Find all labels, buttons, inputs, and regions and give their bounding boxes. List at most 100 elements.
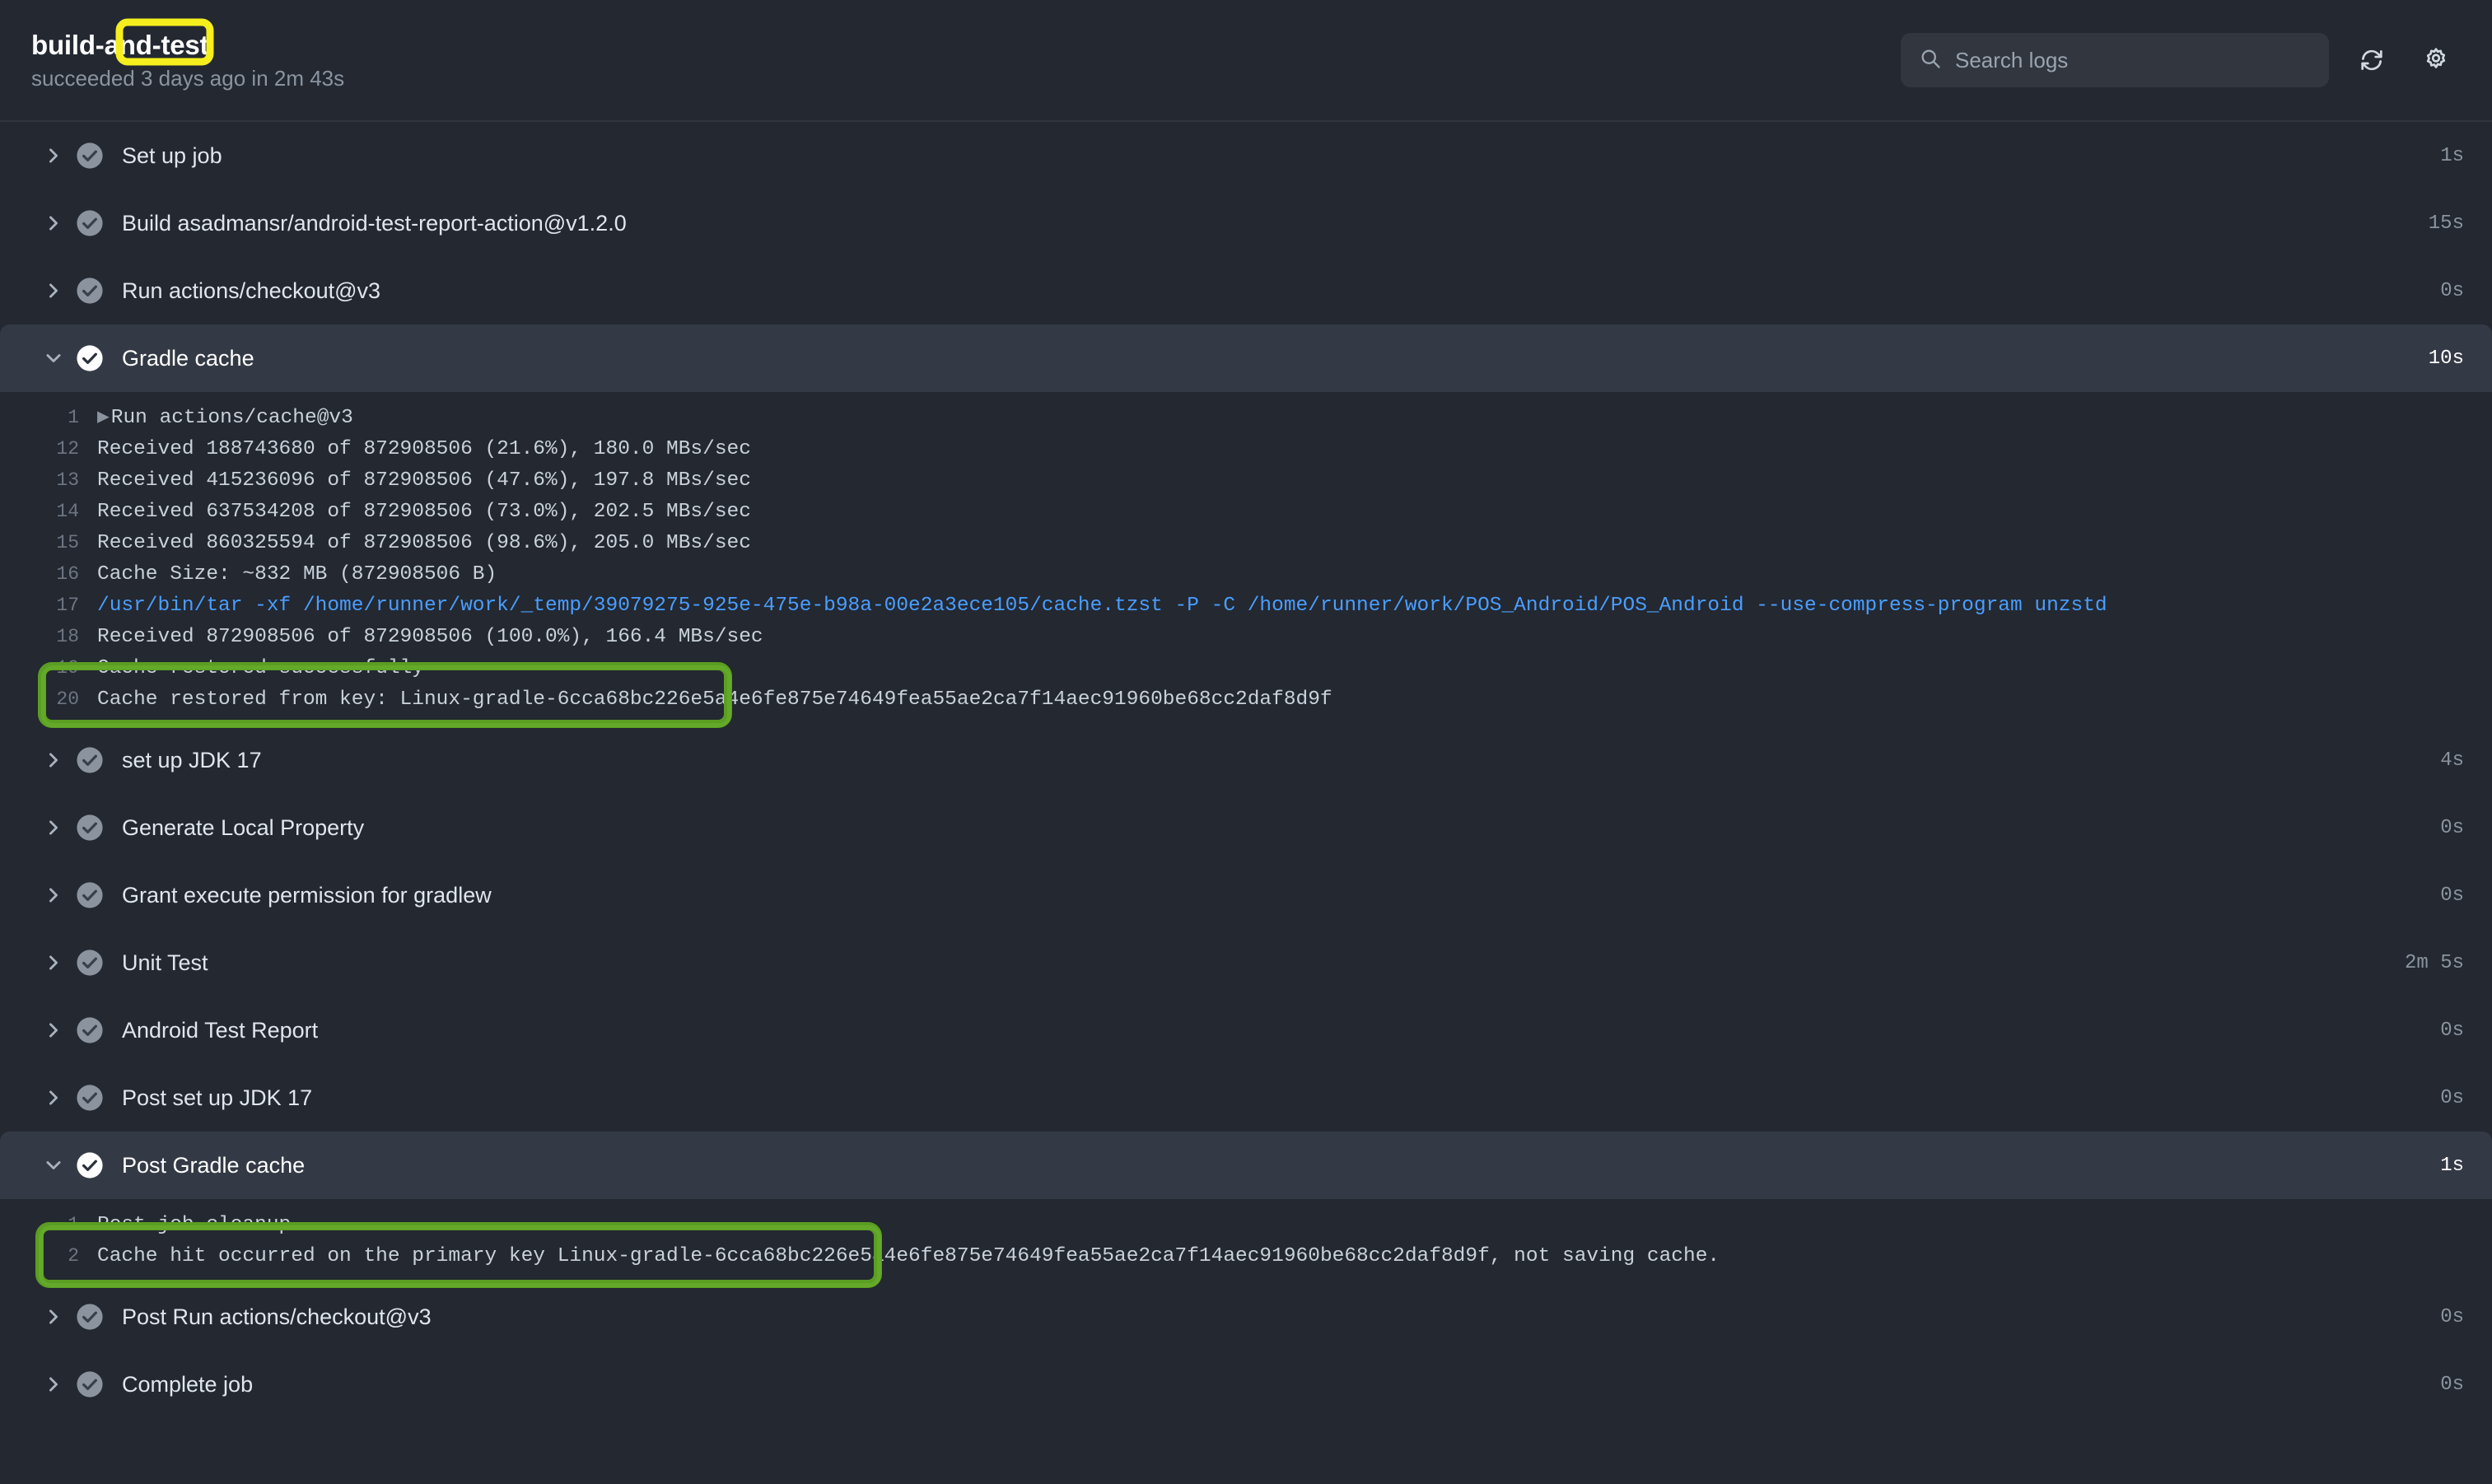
check-circle-icon: [76, 344, 104, 372]
step-duration: 0s: [2440, 884, 2464, 907]
search-logs-box[interactable]: [1901, 33, 2329, 87]
step-duration: 0s: [2440, 1373, 2464, 1396]
log-line-text: Received 860325594 of 872908506 (98.6%),…: [97, 532, 751, 554]
gear-icon[interactable]: [2415, 39, 2457, 82]
log-line-text[interactable]: /usr/bin/tar -xf /home/runner/work/_temp…: [97, 590, 2107, 622]
step-duration: 2m 5s: [2404, 951, 2464, 974]
step-row[interactable]: Post Gradle cache 1s: [0, 1132, 2492, 1199]
chevron-right-icon[interactable]: [28, 1306, 64, 1328]
chevron-right-icon[interactable]: [28, 952, 64, 973]
step-row[interactable]: Build asadmansr/android-test-report-acti…: [0, 189, 2492, 257]
log-line-text: Received 872908506 of 872908506 (100.0%)…: [97, 626, 763, 648]
step-row[interactable]: Post Run actions/checkout@v3 0s: [0, 1283, 2492, 1351]
search-input[interactable]: [1955, 47, 2311, 73]
log-line: 1 ▶Run actions/cache@v3: [0, 402, 2492, 433]
check-circle-icon: [76, 1151, 104, 1179]
expand-triangle-icon[interactable]: ▶: [97, 403, 110, 434]
step-duration: 1s: [2440, 144, 2464, 167]
step-duration: 0s: [2440, 279, 2464, 302]
chevron-right-icon[interactable]: [28, 884, 64, 906]
check-circle-icon: [76, 209, 104, 237]
steps-list: Set up job 1s Build asadmansr/android-test…: [0, 122, 2492, 1418]
step-label: Post Run actions/checkout@v3: [122, 1304, 432, 1329]
page-title: build-and-test: [31, 29, 209, 60]
step-row[interactable]: Post set up JDK 17 0s: [0, 1064, 2492, 1132]
step-row[interactable]: Gradle cache 10s: [0, 324, 2492, 392]
log-line-number: 1: [68, 1214, 79, 1235]
check-circle-icon: [76, 1303, 104, 1331]
log-line-text: Cache Size: ~832 MB (872908506 B): [97, 563, 497, 586]
search-icon: [1919, 47, 1942, 74]
log-line-number: 12: [56, 438, 79, 460]
step-duration: 4s: [2440, 749, 2464, 772]
step-row[interactable]: Generate Local Property 0s: [0, 794, 2492, 861]
check-circle-icon: [76, 881, 104, 909]
log-line-text: Cache restored from key: Linux-gradle-6c…: [97, 688, 1332, 711]
log-line-number: 14: [56, 501, 79, 522]
step-label: set up JDK 17: [122, 747, 262, 772]
step-label: Set up job: [122, 142, 222, 168]
job-header-text: build-and-test succeeded 3 days ago in 2…: [28, 30, 344, 91]
log-line: 2 Cache hit occurred on the primary key L…: [0, 1240, 2492, 1272]
chevron-right-icon[interactable]: [28, 1374, 64, 1395]
check-circle-icon: [76, 1084, 104, 1112]
step-row[interactable]: Set up job 1s: [0, 122, 2492, 189]
log-line: 17/usr/bin/tar -xf /home/runner/work/_te…: [0, 590, 2492, 621]
step-label: Gradle cache: [122, 345, 254, 371]
log-line: 1 Post job cleanup.: [0, 1209, 2492, 1240]
log-line-text: Received 415236096 of 872908506 (47.6%),…: [97, 469, 751, 492]
log-line-number: 18: [56, 626, 79, 647]
step-label: Build asadmansr/android-test-report-acti…: [122, 210, 627, 236]
chevron-right-icon[interactable]: [28, 145, 64, 166]
chevron-right-icon[interactable]: [28, 1020, 64, 1041]
log-line-number: 2: [68, 1245, 79, 1267]
chevron-right-icon[interactable]: [28, 1087, 64, 1108]
step-duration: 0s: [2440, 1019, 2464, 1042]
log-line: 12 Received 188743680 of 872908506 (21.6%…: [0, 433, 2492, 464]
step-label: Run actions/checkout@v3: [122, 278, 381, 303]
chevron-right-icon[interactable]: [28, 749, 64, 771]
chevron-down-icon[interactable]: [28, 348, 64, 369]
log-line: 15 Received 860325594 of 872908506 (98.6%…: [0, 527, 2492, 558]
chevron-right-icon[interactable]: [28, 212, 64, 234]
log-line-text: Received 188743680 of 872908506 (21.6%),…: [97, 438, 751, 460]
check-circle-icon: [76, 746, 104, 774]
log-line-text: Cache hit occurred on the primary key Li…: [97, 1245, 1720, 1267]
chevron-down-icon[interactable]: [28, 1155, 64, 1176]
job-header: build-and-test succeeded 3 days ago in 2…: [0, 0, 2492, 122]
step-row[interactable]: set up JDK 17 4s: [0, 726, 2492, 794]
step-label: Unit Test: [122, 950, 208, 975]
log-line: 19 Cache restored successfully: [0, 652, 2492, 684]
log-line: 13 Received 415236096 of 872908506 (47.6%…: [0, 464, 2492, 496]
check-circle-icon: [76, 814, 104, 842]
log-line-text: Post job cleanup.: [97, 1214, 303, 1236]
log-line: 20 Cache restored from key: Linux-gradle-…: [0, 684, 2492, 715]
step-label: Post Gradle cache: [122, 1152, 306, 1178]
check-circle-icon: [76, 949, 104, 977]
step-label: Complete job: [122, 1371, 254, 1397]
step-row[interactable]: Run actions/checkout@v3 0s: [0, 257, 2492, 324]
log-line: 16 Cache Size: ~832 MB (872908506 B): [0, 558, 2492, 590]
step-row[interactable]: Grant execute permission for gradlew 0s: [0, 861, 2492, 929]
step-duration: 0s: [2440, 1305, 2464, 1328]
step-label: Generate Local Property: [122, 814, 365, 840]
check-circle-icon: [76, 142, 104, 170]
check-circle-icon: [76, 1370, 104, 1398]
log-line-number: 19: [56, 657, 79, 679]
refresh-icon[interactable]: [2350, 39, 2393, 82]
step-duration: 10s: [2428, 347, 2464, 370]
step-duration: 15s: [2428, 212, 2464, 235]
log-line-number: 13: [56, 469, 79, 491]
step-label: Post set up JDK 17: [122, 1085, 313, 1110]
step-label: Grant execute permission for gradlew: [122, 882, 492, 908]
job-status-line: succeeded 3 days ago in 2m 43s: [31, 65, 345, 91]
step-row[interactable]: Complete job 0s: [0, 1351, 2492, 1418]
log-line-number: 20: [56, 688, 79, 710]
chevron-right-icon[interactable]: [28, 817, 64, 838]
log-line-text: ▶Run actions/cache@v3: [97, 403, 353, 434]
chevron-right-icon[interactable]: [28, 280, 64, 301]
step-row[interactable]: Unit Test 2m 5s: [0, 929, 2492, 996]
step-row[interactable]: Android Test Report 0s: [0, 996, 2492, 1064]
log-line-number: 16: [56, 563, 79, 585]
log-line-number: 17: [56, 595, 79, 616]
